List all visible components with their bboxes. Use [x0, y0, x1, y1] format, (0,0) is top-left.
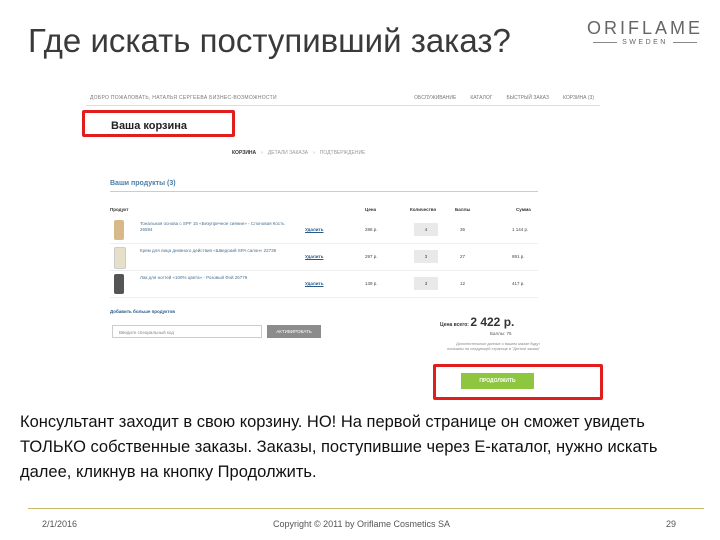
logo-wordmark: ORIFLAME	[586, 18, 703, 38]
step-separator: ›	[261, 150, 263, 156]
step-cart: КОРЗИНА	[232, 150, 257, 156]
delete-link[interactable]: Удалить	[305, 227, 323, 232]
table-row: Тональная основа с SPF 15 «Безупречное с…	[110, 217, 538, 244]
topbar-link-quick-order[interactable]: БЫСТРЫЙ ЗАКАЗ	[506, 95, 549, 101]
topbar-link-cart[interactable]: КОРЗИНА (3)	[563, 95, 594, 101]
footer-page-number: 29	[666, 519, 677, 529]
col-price: Цена	[365, 207, 377, 212]
site-topbar: ДОБРО ПОЖАЛОВАТЬ, НАТАЛЬЯ СЕРГЕЕВА БИЗНЕ…	[86, 91, 600, 106]
logo-subtitle: SWEDEN	[622, 39, 668, 46]
continue-button-highlight	[433, 364, 603, 400]
oriflame-logo: ORIFLAME SWEDEN	[586, 18, 704, 46]
price: 297 р.	[365, 254, 378, 259]
cart-heading-highlight	[82, 110, 235, 137]
divider	[110, 191, 538, 192]
slide-body-text: Консультант заходит в свою корзину. НО! …	[20, 413, 658, 481]
products-title: Ваши продукты (3)	[110, 180, 176, 187]
total-amount: 2 422 р.	[470, 315, 515, 329]
sum: 417 р.	[512, 281, 525, 286]
logo-rule-left	[593, 42, 618, 43]
col-qty: Количество	[410, 207, 437, 212]
coupon-input[interactable]: Введите специальный код	[112, 325, 262, 338]
delete-link[interactable]: Удалить	[305, 254, 323, 259]
total-points: Баллы: 75	[490, 331, 512, 336]
footer-date: 2/1/2016	[42, 519, 78, 529]
quantity-field[interactable]: 3	[414, 277, 438, 290]
col-sum: Сумма	[516, 207, 531, 212]
logo-rule-right	[672, 42, 697, 43]
points: 27	[460, 254, 466, 259]
slide-title: Где искать поступивший заказ?	[28, 22, 511, 59]
step-order-details: ДЕТАЛИ ЗАКАЗА	[267, 150, 309, 156]
footer-divider	[28, 508, 704, 509]
quantity-field[interactable]: 4	[414, 223, 438, 236]
table-row: Крем для лица дневного действия «Шведски…	[110, 244, 538, 271]
topbar-link-service[interactable]: ОБСЛУЖИВАНИЕ	[414, 95, 456, 101]
price: 286 р.	[365, 227, 378, 232]
product-name[interactable]: Лак для ногтей «100% цвета» - Розовый Фэ…	[140, 275, 290, 281]
step-separator: ›	[313, 150, 315, 156]
col-product: Продукт	[110, 207, 129, 212]
table-row: Лак для ногтей «100% цвета» - Розовый Фэ…	[110, 271, 538, 298]
step-confirmation: ПОДТВЕРЖДЕНИЕ	[319, 150, 366, 156]
activate-button[interactable]: АКТИВИРОВАТЬ	[267, 325, 321, 338]
topbar-links: ОБСЛУЖИВАНИЕ КАТАЛОГ БЫСТРЫЙ ЗАКАЗ КОРЗИ…	[414, 95, 594, 101]
product-thumbnail	[114, 274, 124, 294]
points: 12	[460, 281, 466, 286]
product-thumbnail	[114, 220, 124, 240]
checkout-steps: КОРЗИНА › ДЕТАЛИ ЗАКАЗА › ПОДТВЕРЖДЕНИЕ	[232, 150, 365, 156]
topbar-link-catalog[interactable]: КАТАЛОГ	[470, 95, 492, 101]
product-name[interactable]: Тональная основа с SPF 15 «Безупречное с…	[140, 221, 290, 233]
points: 36	[460, 227, 466, 232]
logo-subline: SWEDEN	[586, 39, 704, 46]
add-more-products-link[interactable]: Добавить больше продуктов	[110, 309, 175, 314]
total-label: Цена всего:	[440, 322, 469, 328]
footer-copyright: Copyright © 2011 by Oriflame Cosmetics S…	[273, 519, 451, 529]
product-thumbnail	[114, 247, 126, 269]
order-note: Дополнительные данные о вашем заказе буд…	[447, 342, 540, 351]
product-name[interactable]: Крем для лица дневного действия «Шведски…	[140, 248, 290, 254]
col-points: Баллы	[455, 207, 471, 212]
sum: 891 р.	[512, 254, 525, 259]
price: 139 р.	[365, 281, 378, 286]
sum: 1 144 р.	[512, 227, 529, 232]
welcome-text: ДОБРО ПОЖАЛОВАТЬ, НАТАЛЬЯ СЕРГЕЕВА БИЗНЕ…	[90, 95, 277, 101]
total-block: Цена всего: 2 422 р.	[440, 315, 514, 329]
quantity-field[interactable]: 3	[414, 250, 438, 263]
delete-link[interactable]: Удалить	[305, 281, 323, 286]
